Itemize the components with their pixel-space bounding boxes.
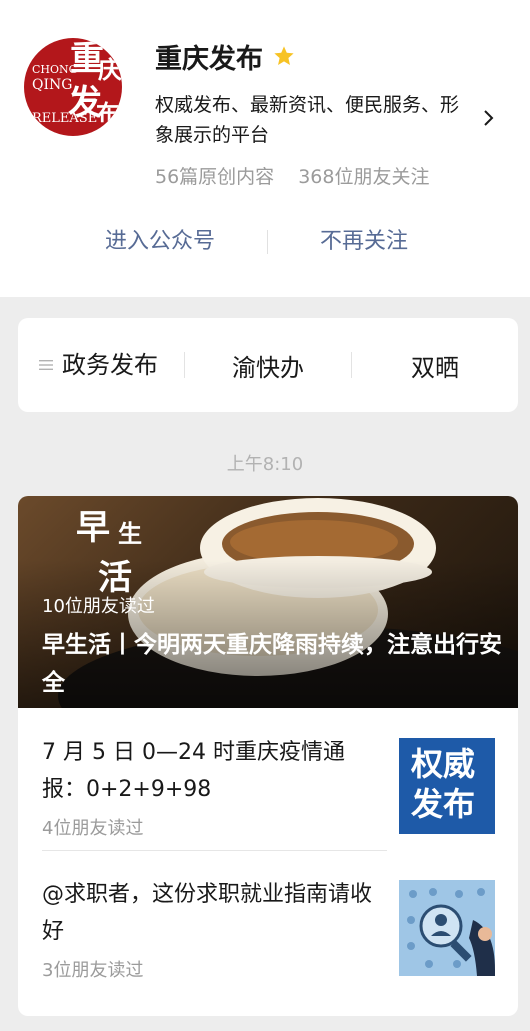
menu-item-yukuaiban[interactable]: 渝快办: [185, 318, 351, 412]
article-read-count: 4位朋友读过: [42, 818, 144, 839]
enter-account-button[interactable]: 进入公众号: [60, 222, 260, 262]
account-menu: 政务发布 渝快办 双晒: [18, 318, 518, 412]
account-name: 重庆发布: [155, 43, 263, 75]
thumb-text-1: 权威: [411, 745, 476, 783]
list-item[interactable]: 7 月 5 日 0—24 时重庆疫情通报：0+2+9+98 4位朋友读过 权威 …: [42, 734, 496, 839]
cover-brand-1: 早: [76, 508, 110, 548]
original-count: 56篇原创内容: [155, 166, 275, 188]
chevron-right-icon[interactable]: [482, 108, 496, 128]
star-icon: [274, 46, 294, 65]
account-header: 重 发 CHONG QING RELEASE 庆 布 重庆发布 权威发布、最新资…: [0, 0, 530, 297]
logo-char-4: 布: [96, 99, 120, 128]
thumb-text-2: 发布: [411, 785, 476, 823]
follower-count: 368位朋友关注: [298, 166, 430, 188]
job-search-thumbnail[interactable]: [399, 880, 495, 976]
account-title-row: 重庆发布: [155, 38, 295, 75]
account-description[interactable]: 权威发布、最新资讯、便民服务、形象展示的平台: [155, 90, 475, 150]
account-stats: 56篇原创内容 368位朋友关注: [155, 162, 429, 189]
logo-char-2: 庆: [98, 55, 122, 84]
article-thumbnail[interactable]: 权威 发布: [399, 738, 495, 834]
cover-article-title[interactable]: 早生活丨今明两天重庆降雨持续，注意出行安全: [42, 626, 502, 702]
list-item[interactable]: @求职者，这份求职就业指南请收好 3位朋友读过: [42, 876, 496, 981]
logo-small-2: QING: [32, 77, 73, 93]
cover-read-count: 10位朋友读过: [42, 596, 155, 617]
article-read-count: 3位朋友读过: [42, 960, 144, 981]
menu-item-shuangshai[interactable]: 双晒: [352, 318, 518, 412]
menu-item-gov-release[interactable]: 政务发布: [62, 318, 174, 412]
logo-small-3: RELEASE: [32, 111, 98, 126]
article-title[interactable]: @求职者，这份求职就业指南请收好: [42, 876, 372, 950]
cover-brand-2: 生: [118, 519, 142, 548]
message-timestamp: 上午8:10: [226, 454, 304, 475]
article-title[interactable]: 7 月 5 日 0—24 时重庆疫情通报：0+2+9+98: [42, 734, 372, 808]
item-divider: [42, 850, 387, 851]
account-actions: 进入公众号 不再关注: [0, 222, 530, 262]
menu-list-icon: [39, 360, 53, 370]
account-logo[interactable]: 重 发 CHONG QING RELEASE 庆 布: [24, 38, 122, 136]
article-card: 早 生 活 10位朋友读过 早生活丨今明两天重庆降雨持续，注意出行安全 7 月 …: [18, 496, 518, 1016]
article-cover[interactable]: 早 生 活 10位朋友读过 早生活丨今明两天重庆降雨持续，注意出行安全: [18, 496, 518, 708]
logo-small-1: CHONG: [32, 63, 78, 76]
unfollow-button[interactable]: 不再关注: [264, 222, 464, 262]
